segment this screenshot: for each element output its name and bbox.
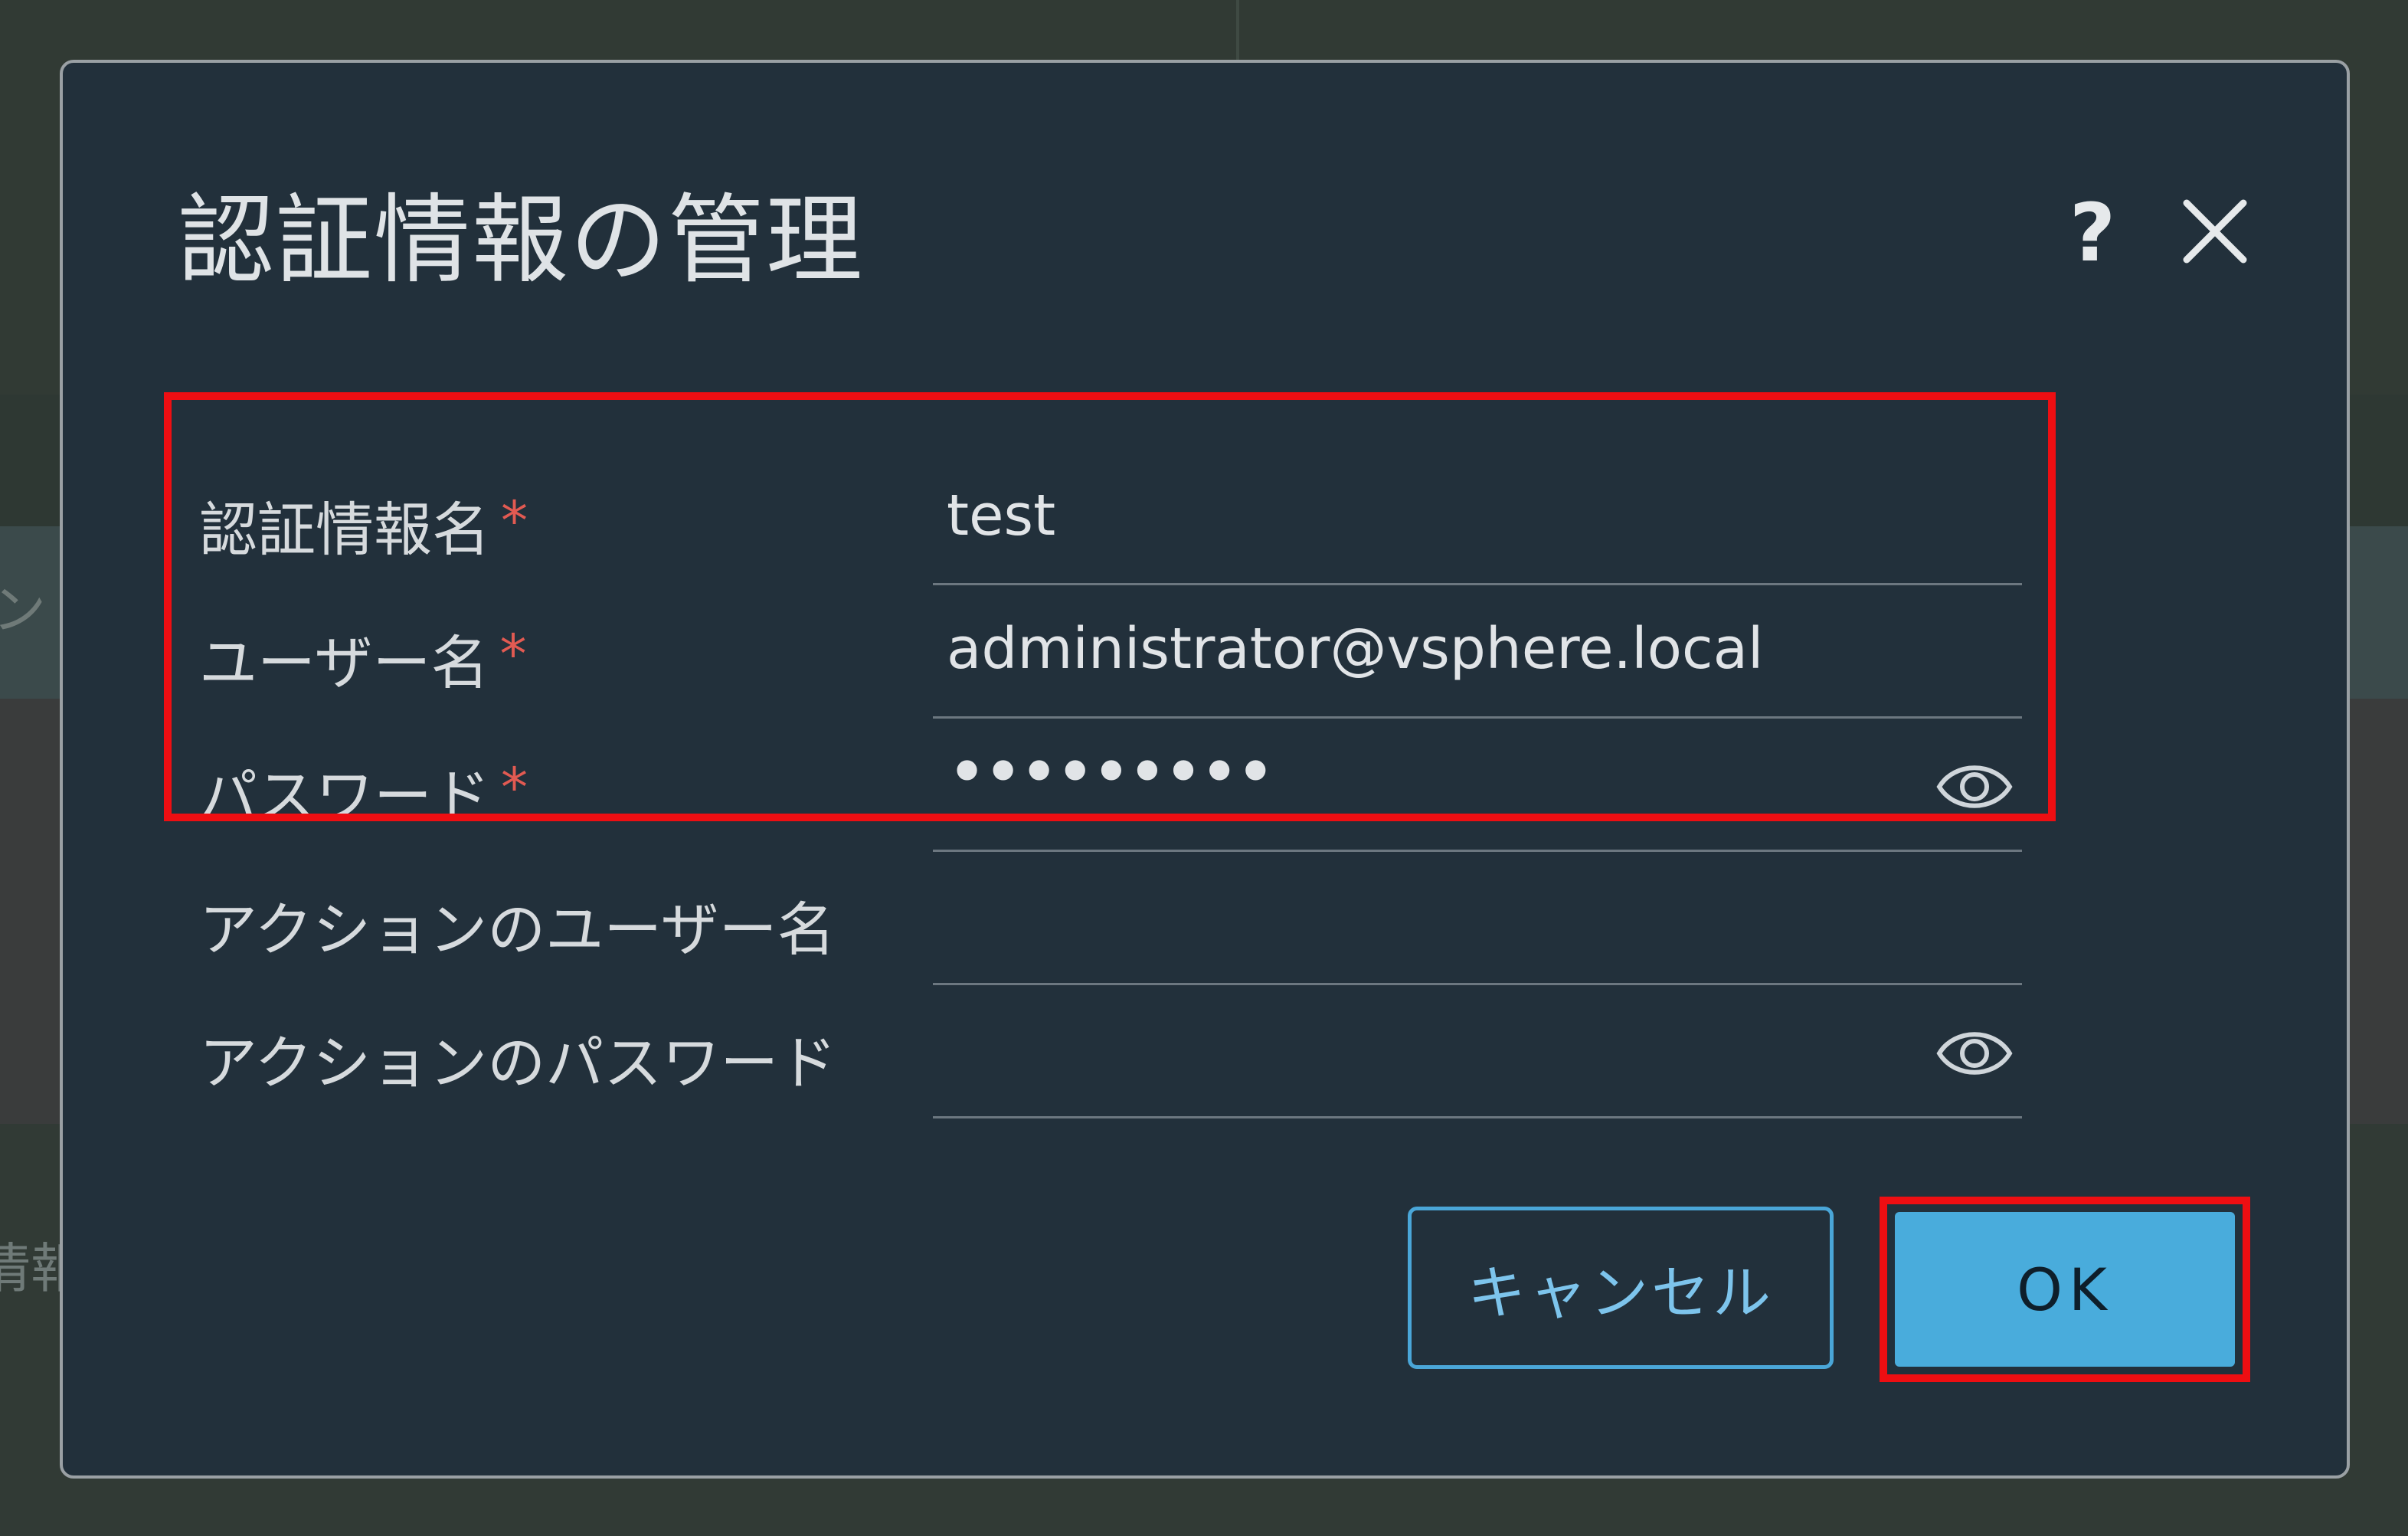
action-password-row: アクションのパスワード xyxy=(63,993,2353,1123)
action-username-row: アクションのユーザー名 xyxy=(63,860,2353,990)
action-username-input[interactable] xyxy=(933,860,2022,985)
action-username-label: アクションのユーザー名 xyxy=(199,896,836,964)
ok-button[interactable]: OK xyxy=(1895,1212,2235,1367)
action-password-label: アクションのパスワード xyxy=(199,1029,837,1097)
background-divider xyxy=(1236,0,1239,61)
background-text-fragment: ン xyxy=(0,578,46,641)
close-icon[interactable] xyxy=(2173,189,2257,273)
eye-icon[interactable] xyxy=(1935,1022,2014,1085)
help-icon[interactable]: ? xyxy=(2054,186,2131,280)
credentials-dialog: 認証情報の管理 ? 認証情報名 * test ユーザー名 * administrat… xyxy=(60,60,2350,1479)
action-password-input[interactable] xyxy=(933,993,2022,1118)
cancel-button[interactable]: キャンセル xyxy=(1408,1207,1834,1369)
required-fields-highlight xyxy=(164,392,2056,821)
dialog-title: 認証情報の管理 xyxy=(178,184,864,296)
